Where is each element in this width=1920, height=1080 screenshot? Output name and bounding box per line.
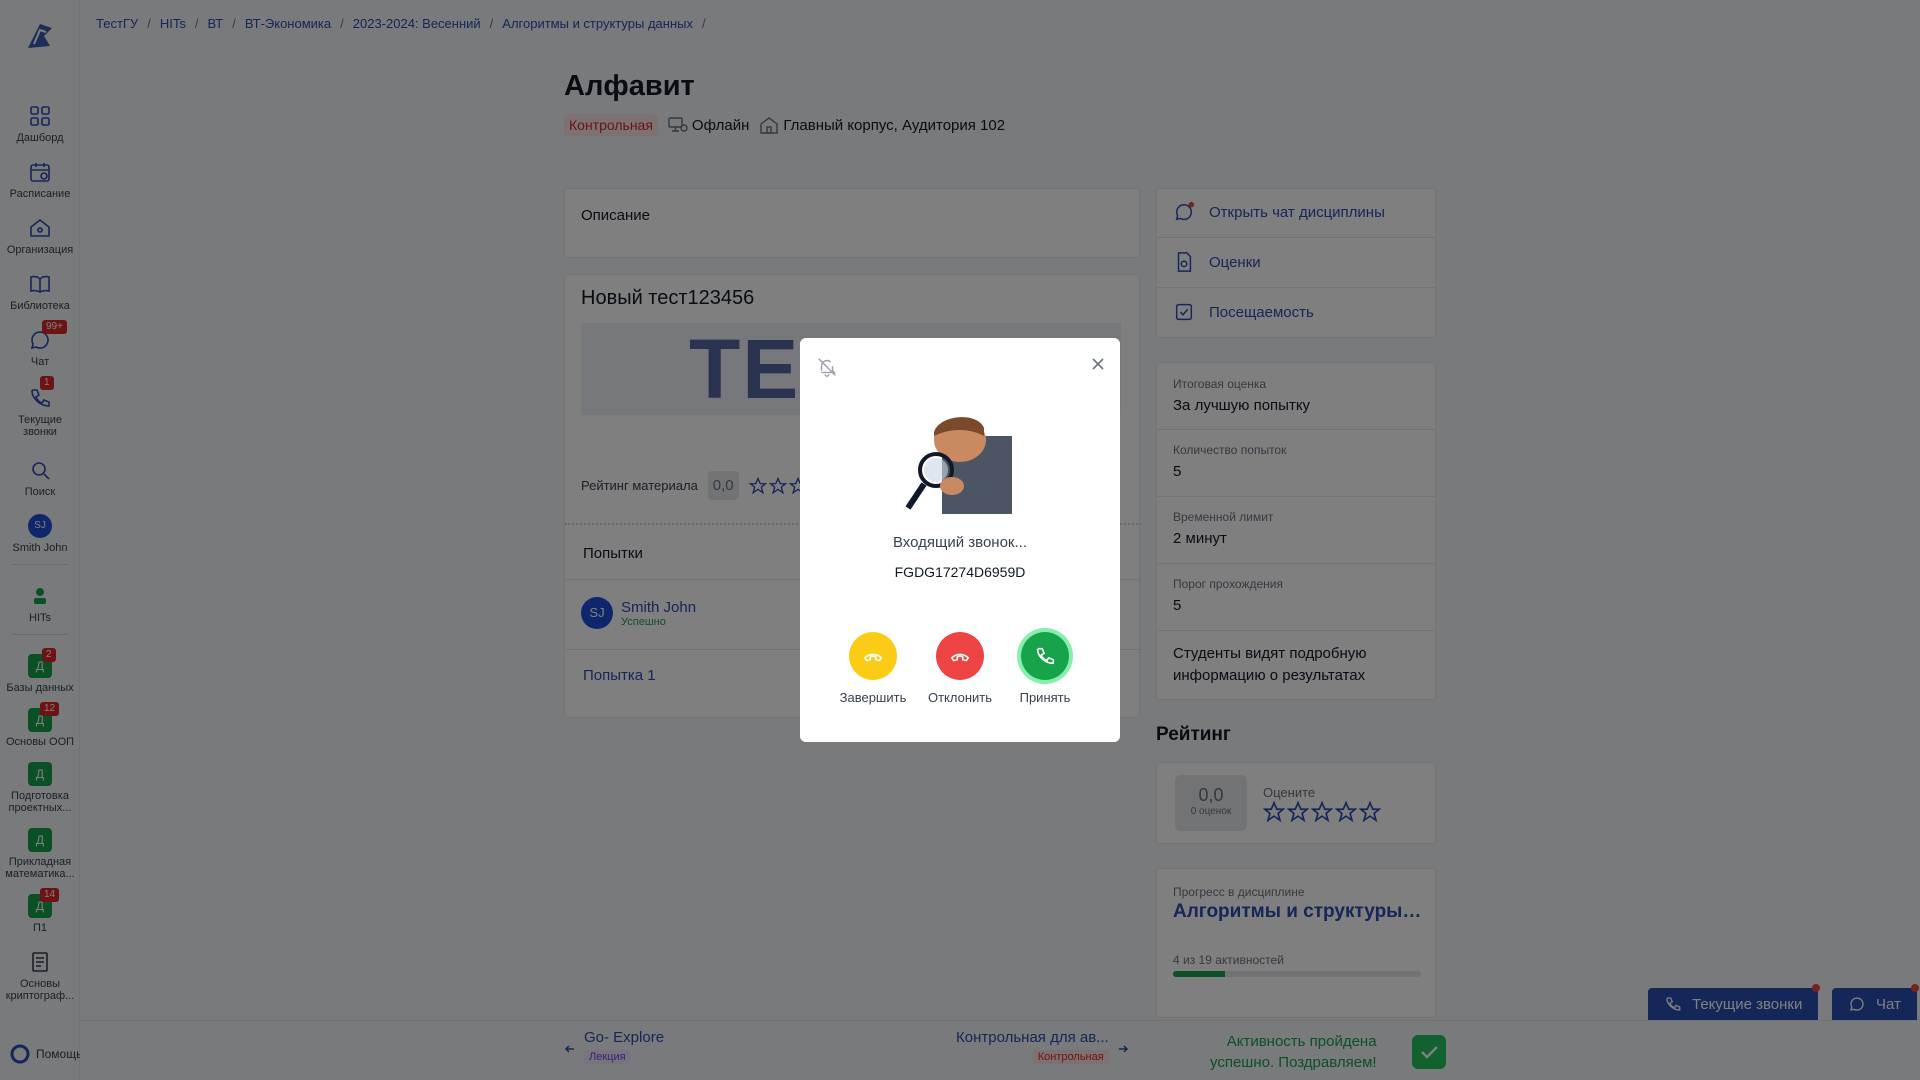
end-call-label: Завершить: [839, 690, 907, 705]
accept-call-label: Принять: [1019, 690, 1071, 705]
decline-call-button[interactable]: Отклонить: [920, 632, 1000, 705]
hangup-icon: [849, 632, 897, 680]
caller-avatar: [900, 406, 1012, 514]
decline-call-label: Отклонить: [927, 690, 993, 705]
phone-icon: [1021, 632, 1069, 680]
end-call-button[interactable]: Завершить: [833, 632, 913, 705]
accept-call-button[interactable]: Принять: [1005, 632, 1085, 705]
hangup-icon: [936, 632, 984, 680]
incoming-call-label: Входящий звонок...: [892, 534, 1028, 551]
caller-id: FGDG17274D6959D: [894, 564, 1026, 580]
incoming-call-modal: Входящий звонок... FGDG17274D6959D Завер…: [800, 338, 1120, 742]
bell-off-icon[interactable]: [816, 356, 838, 378]
close-icon[interactable]: [1090, 356, 1106, 372]
